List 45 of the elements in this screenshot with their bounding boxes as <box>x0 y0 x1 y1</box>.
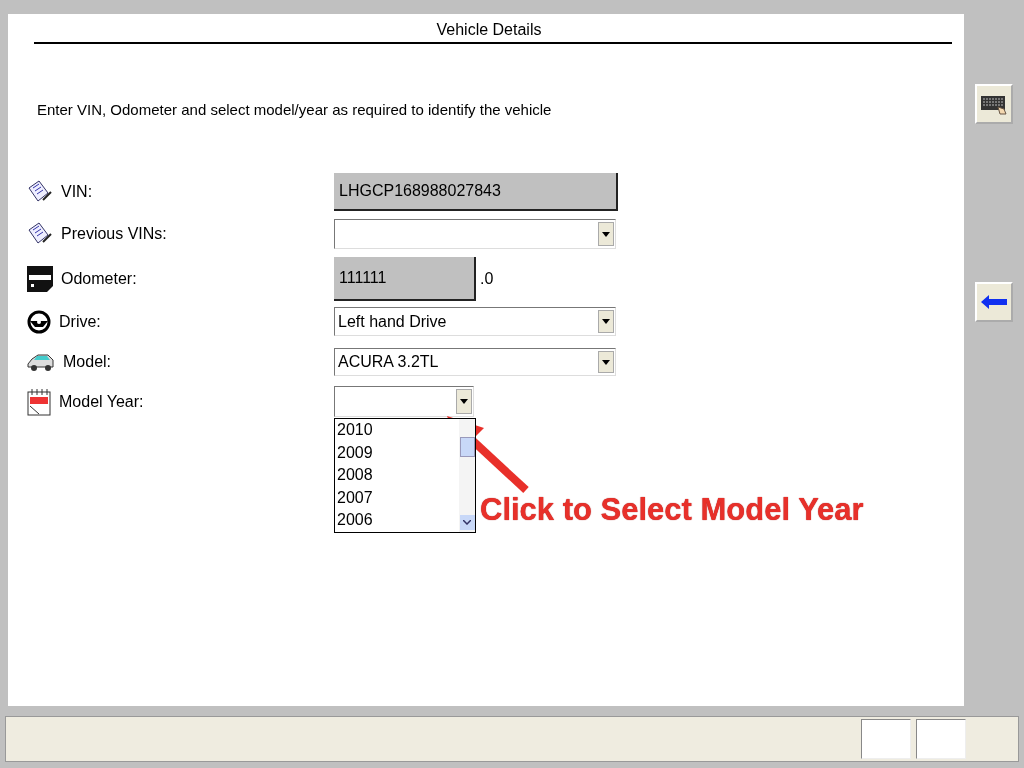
keyboard-icon <box>980 93 1008 115</box>
dropdown-caret-icon <box>602 231 610 237</box>
dropdown-field[interactable] <box>334 219 616 249</box>
car-icon <box>27 352 55 372</box>
steering-wheel-icon <box>27 309 51 334</box>
dropdown-button[interactable] <box>456 389 472 414</box>
callout-text: Click to Select Model Year <box>480 492 864 528</box>
window-title: Vehicle Details <box>435 20 543 40</box>
scrollbar[interactable] <box>459 419 475 532</box>
odometer-icon <box>27 266 53 292</box>
field-label: Previous VINs: <box>61 225 167 243</box>
status-panel <box>916 719 966 759</box>
field-label: Model Year: <box>59 392 144 411</box>
year-option[interactable]: 2007 <box>335 486 459 510</box>
year-option[interactable]: 2009 <box>335 441 459 465</box>
status-panel <box>861 719 911 759</box>
field-label: Odometer: <box>61 270 137 288</box>
calendar-icon <box>27 387 51 416</box>
year-option[interactable]: 2010 <box>335 419 459 442</box>
scroll-down-button[interactable] <box>459 515 475 530</box>
dropdown-caret-icon <box>460 399 468 404</box>
keyboard-button[interactable] <box>975 84 1013 124</box>
back-button[interactable] <box>975 282 1013 322</box>
field-label: Model: <box>63 353 112 371</box>
scroll-thumb[interactable] <box>459 437 475 457</box>
dropdown-button[interactable] <box>598 351 614 373</box>
notepad-pen-icon <box>27 222 53 246</box>
year-dropdown[interactable] <box>334 386 474 417</box>
arrow-left-icon <box>981 295 1007 309</box>
chevron-down-icon <box>463 520 471 525</box>
field-label: VIN: <box>61 183 93 201</box>
vin-field[interactable]: LHGCP168988027843 <box>334 173 618 211</box>
field-label: Drive: <box>59 312 101 331</box>
dropdown-caret-icon <box>602 359 610 365</box>
dropdown-caret-icon <box>602 319 610 324</box>
dropdown-button[interactable] <box>598 310 614 333</box>
year-option[interactable]: 2008 <box>335 464 459 487</box>
odometer-field[interactable]: 111111 <box>334 257 476 301</box>
decimal-suffix: .0 <box>480 270 494 288</box>
dropdown-button[interactable] <box>598 222 614 246</box>
notepad-pen-icon <box>27 180 53 204</box>
dropdown-field[interactable]: ACURA 3.2TL <box>334 348 616 376</box>
dropdown-field[interactable]: Left hand Drive <box>334 307 616 336</box>
instruction-text: Enter VIN, Odometer and select model/year as required to identify the vehicle <box>37 101 553 120</box>
year-option[interactable]: 2006 <box>335 509 459 532</box>
